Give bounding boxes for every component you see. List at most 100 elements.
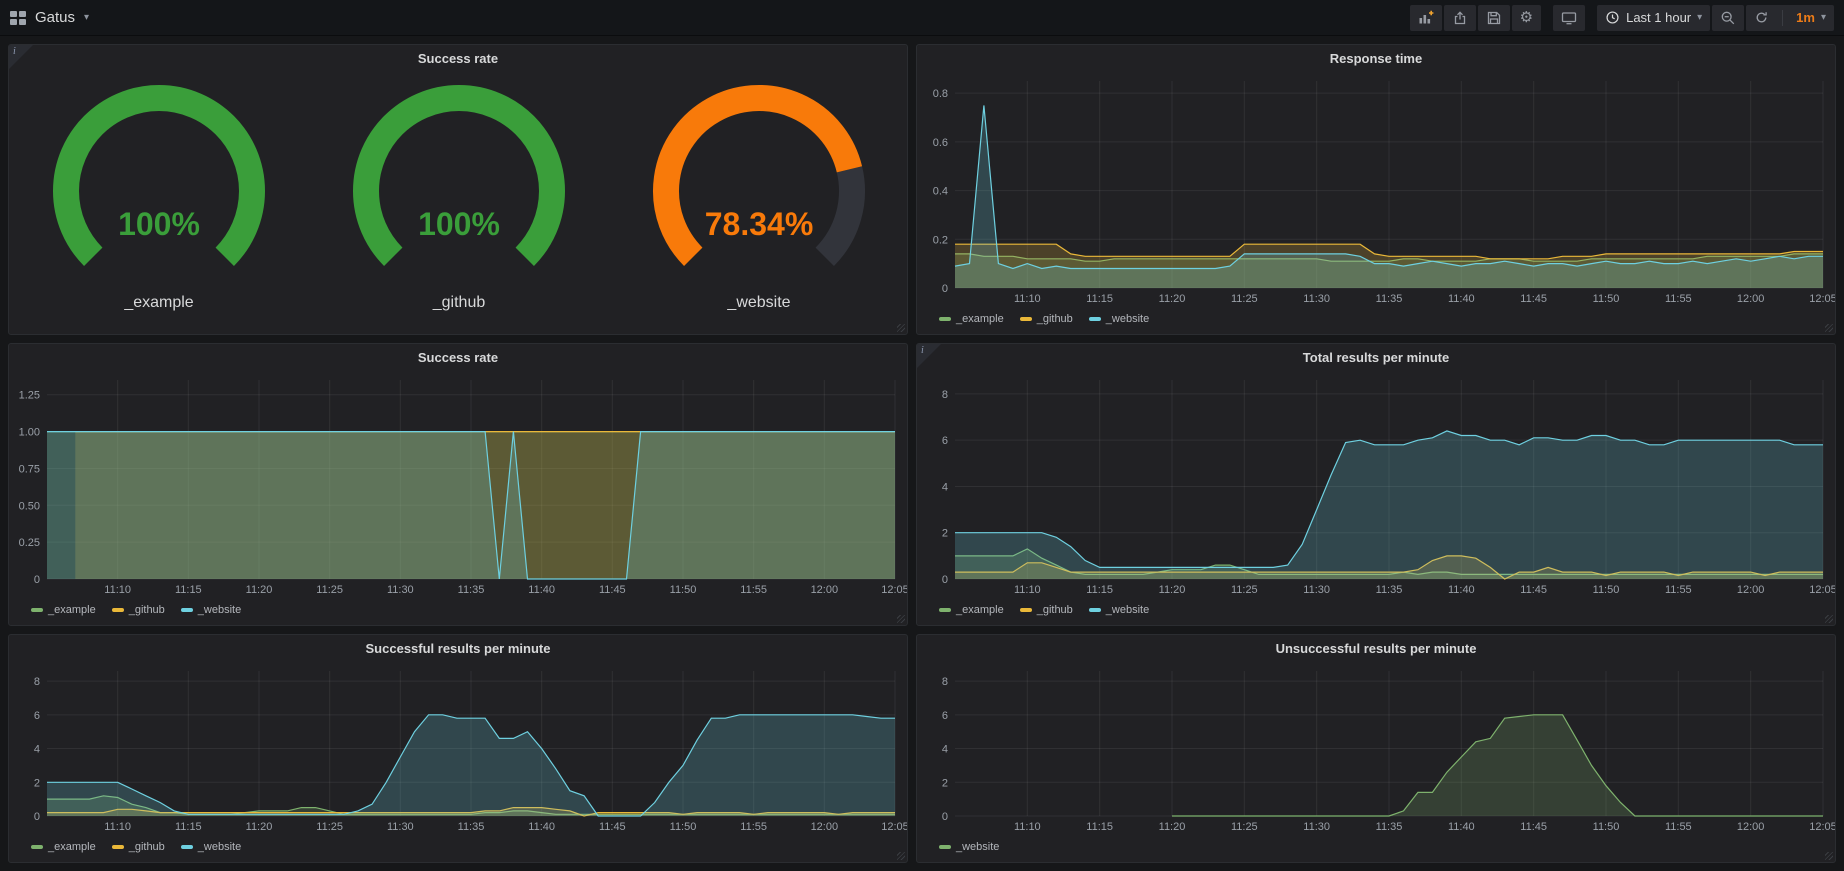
svg-text:11:55: 11:55 bbox=[1665, 584, 1692, 596]
panel-resize-handle[interactable] bbox=[897, 615, 905, 623]
legend-swatch bbox=[1020, 608, 1032, 612]
svg-text:11:15: 11:15 bbox=[175, 584, 202, 596]
chart-canvas[interactable]: 00.20.40.60.811:1011:1511:2011:2511:3011… bbox=[917, 71, 1835, 308]
legend-label: _example bbox=[48, 604, 96, 616]
panel-title[interactable]: Unsuccessful results per minute bbox=[917, 635, 1835, 661]
legend-item-github[interactable]: _github bbox=[112, 604, 165, 616]
response-time-chart[interactable]: 00.20.40.60.811:1011:1511:2011:2511:3011… bbox=[917, 71, 1835, 308]
cycle-view-button[interactable] bbox=[1553, 5, 1585, 31]
legend-swatch bbox=[1089, 317, 1101, 321]
monitor-icon bbox=[1561, 10, 1577, 26]
time-range-button[interactable]: Last 1 hour ▾ bbox=[1597, 5, 1710, 31]
legend-swatch bbox=[31, 845, 43, 849]
legend-item-website[interactable]: _website bbox=[1089, 604, 1149, 616]
svg-text:12:00: 12:00 bbox=[811, 821, 839, 833]
panel-title-text: Successful results per minute bbox=[366, 641, 551, 656]
svg-text:11:20: 11:20 bbox=[1159, 293, 1186, 305]
legend-swatch bbox=[1020, 317, 1032, 321]
chart-legend: _website bbox=[917, 836, 1835, 862]
svg-text:11:30: 11:30 bbox=[1303, 821, 1330, 833]
chart-canvas[interactable]: 0246811:1011:1511:2011:2511:3011:3511:40… bbox=[917, 661, 1835, 836]
legend-item-github[interactable]: _github bbox=[1020, 604, 1073, 616]
svg-text:11:55: 11:55 bbox=[1665, 293, 1692, 305]
panel-title[interactable]: Total results per minute bbox=[917, 344, 1835, 370]
legend-item-website[interactable]: _website bbox=[181, 841, 241, 853]
legend-label: _website bbox=[956, 841, 999, 853]
panel-title-text: Unsuccessful results per minute bbox=[1276, 641, 1477, 656]
svg-text:0: 0 bbox=[34, 574, 40, 586]
svg-text:11:55: 11:55 bbox=[1665, 821, 1692, 833]
svg-text:11:35: 11:35 bbox=[458, 821, 485, 833]
info-corner[interactable]: i bbox=[9, 45, 33, 69]
svg-text:11:40: 11:40 bbox=[1448, 821, 1475, 833]
panel-title[interactable]: Success rate bbox=[9, 344, 907, 370]
add-panel-icon bbox=[1418, 10, 1434, 25]
svg-text:0.6: 0.6 bbox=[933, 137, 948, 149]
panel-success-rate-gauges: i Success rate 100% _example 100% _githu… bbox=[8, 44, 908, 335]
settings-button[interactable]: ⚙ bbox=[1512, 5, 1541, 31]
chart-canvas[interactable]: 0246811:1011:1511:2011:2511:3011:3511:40… bbox=[9, 661, 907, 836]
svg-text:8: 8 bbox=[34, 676, 40, 688]
dashboard-title[interactable]: Gatus bbox=[35, 9, 75, 26]
gauge-value: 78.34% bbox=[705, 206, 814, 242]
svg-text:11:55: 11:55 bbox=[740, 584, 767, 596]
svg-text:11:25: 11:25 bbox=[316, 821, 343, 833]
panel-resize-handle[interactable] bbox=[897, 852, 905, 860]
panel-resize-handle[interactable] bbox=[1825, 324, 1833, 332]
chart-legend: _example _github _website bbox=[917, 308, 1835, 334]
save-button[interactable] bbox=[1478, 5, 1510, 31]
caret-down-icon[interactable]: ▾ bbox=[84, 13, 89, 23]
panel-resize-handle[interactable] bbox=[1825, 615, 1833, 623]
chart-legend: _example _github _website bbox=[917, 599, 1835, 625]
svg-text:11:10: 11:10 bbox=[104, 584, 131, 596]
legend-label: _example bbox=[48, 841, 96, 853]
svg-text:0.25: 0.25 bbox=[19, 537, 40, 549]
chart-canvas[interactable]: 00.250.500.751.001.2511:1011:1511:2011:2… bbox=[9, 370, 907, 599]
svg-text:8: 8 bbox=[942, 389, 948, 401]
svg-text:11:30: 11:30 bbox=[1303, 584, 1330, 596]
legend-item-github[interactable]: _github bbox=[112, 841, 165, 853]
svg-text:11:25: 11:25 bbox=[1231, 584, 1258, 596]
refresh-icon bbox=[1754, 10, 1769, 25]
legend-item-example[interactable]: _example bbox=[31, 841, 96, 853]
chart-canvas[interactable]: 0246811:1011:1511:2011:2511:3011:3511:40… bbox=[917, 370, 1835, 599]
gauge-arc: 100% bbox=[9, 79, 309, 287]
successful-results-chart[interactable]: 0246811:1011:1511:2011:2511:3011:3511:40… bbox=[9, 661, 907, 836]
legend-item-website[interactable]: _website bbox=[181, 604, 241, 616]
panel-resize-handle[interactable] bbox=[897, 324, 905, 332]
svg-text:11:10: 11:10 bbox=[1014, 821, 1041, 833]
legend-item-example[interactable]: _example bbox=[939, 604, 1004, 616]
svg-text:11:45: 11:45 bbox=[599, 584, 626, 596]
add-panel-button[interactable] bbox=[1410, 5, 1442, 31]
legend-item-example[interactable]: _example bbox=[31, 604, 96, 616]
gauge-github: 100% _github bbox=[309, 79, 609, 312]
legend-item-website[interactable]: _website bbox=[1089, 313, 1149, 325]
panel-title[interactable]: Success rate bbox=[9, 45, 907, 71]
legend-label: _github bbox=[129, 841, 165, 853]
legend-item-example[interactable]: _example bbox=[939, 313, 1004, 325]
refresh-button[interactable]: 1m ▾ bbox=[1746, 5, 1834, 31]
panel-resize-handle[interactable] bbox=[1825, 852, 1833, 860]
panel-response-time: Response time 00.20.40.60.811:1011:1511:… bbox=[916, 44, 1836, 335]
dashboard-grid-icon[interactable] bbox=[10, 11, 26, 25]
unsuccessful-results-chart[interactable]: 0246811:1011:1511:2011:2511:3011:3511:40… bbox=[917, 661, 1835, 836]
legend-item-github[interactable]: _github bbox=[1020, 313, 1073, 325]
svg-text:0.50: 0.50 bbox=[19, 500, 40, 512]
svg-text:12:05: 12:05 bbox=[1809, 584, 1835, 596]
svg-text:8: 8 bbox=[942, 676, 948, 688]
svg-text:11:30: 11:30 bbox=[1303, 293, 1330, 305]
svg-text:11:30: 11:30 bbox=[387, 821, 414, 833]
legend-swatch bbox=[112, 845, 124, 849]
zoom-out-button[interactable] bbox=[1712, 5, 1744, 31]
legend-label: _github bbox=[129, 604, 165, 616]
panel-title[interactable]: Successful results per minute bbox=[9, 635, 907, 661]
svg-text:0: 0 bbox=[34, 811, 40, 823]
panel-title[interactable]: Response time bbox=[917, 45, 1835, 71]
success-rate-chart[interactable]: 00.250.500.751.001.2511:1011:1511:2011:2… bbox=[9, 370, 907, 599]
total-results-chart[interactable]: 0246811:1011:1511:2011:2511:3011:3511:40… bbox=[917, 370, 1835, 599]
legend-item-website[interactable]: _website bbox=[939, 841, 999, 853]
share-button[interactable] bbox=[1444, 5, 1476, 31]
info-corner[interactable]: i bbox=[917, 344, 941, 368]
save-icon bbox=[1486, 10, 1502, 26]
caret-down-icon: ▾ bbox=[1697, 13, 1702, 23]
